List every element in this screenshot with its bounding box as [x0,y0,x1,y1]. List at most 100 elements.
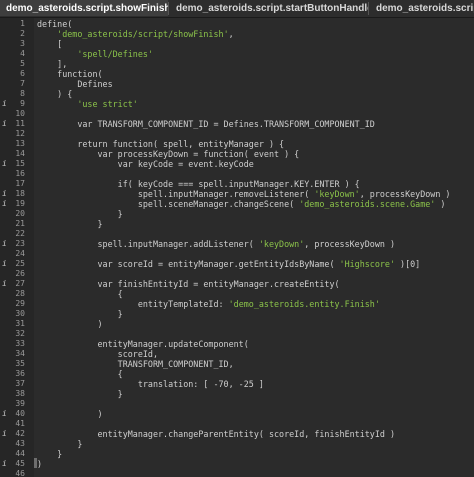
code-text[interactable]: } [37,209,123,219]
code-text[interactable]: entityManager.changeParentEntity( scoreI… [37,429,396,439]
code-line[interactable]: 12 [0,129,474,139]
code-line[interactable]: 5 ], [0,59,474,69]
tab-overflow[interactable]: demo_asteroids.script.s [370,0,474,16]
code-text[interactable]: } [37,389,123,399]
tab-label: demo_asteroids.script.startButtonHandler [176,2,368,14]
code-text[interactable]: spell.inputManager.addListener( 'keyDown… [37,239,396,249]
code-line[interactable]: 41 [0,419,474,429]
code-line[interactable]: 2 'demo_asteroids/script/showFinish', [0,29,474,39]
info-marker-icon: i [2,259,7,268]
code-text[interactable]: 'use strict' [37,99,138,109]
code-line[interactable]: i 42 entityManager.changeParentEntity( sc… [0,429,474,439]
code-line[interactable]: 28 { [0,289,474,299]
code-text[interactable]: [ [37,39,62,49]
code-text[interactable]: translation: [ -70, -25 ] [37,379,264,389]
code-text[interactable]: define( [37,19,72,29]
code-text[interactable]: function( [37,69,102,79]
code-line[interactable]: 32 [0,329,474,339]
code-line[interactable]: i 40 ) [0,409,474,419]
code-text[interactable]: { [37,289,123,299]
code-line[interactable]: 14 var processKeyDown = function( event … [0,149,474,159]
code-text[interactable]: } [37,309,123,319]
code-line[interactable]: i 25 var scoreId = entityManager.getEntit… [0,259,474,269]
code-line[interactable]: 35 TRANSFORM_COMPONENT_ID, [0,359,474,369]
code-line[interactable]: 21 } [0,219,474,229]
code-line[interactable]: 33 entityManager.updateComponent( [0,339,474,349]
code-line[interactable]: 46 [0,469,474,477]
code-text[interactable]: var TRANSFORM_COMPONENT_ID = Defines.TRA… [37,119,375,129]
code-line[interactable]: 17 if( keyCode === spell.inputManager.KE… [0,179,474,189]
code-line[interactable]: 20 } [0,209,474,219]
code-text[interactable]: ) [37,409,103,419]
code-line[interactable]: i 18 spell.inputManager.removeListener( '… [0,189,474,199]
code-text[interactable]: return function( spell, entityManager ) … [37,139,284,149]
line-number: 7 [20,79,25,88]
code-text[interactable]: var finishEntityId = entityManager.creat… [37,279,340,289]
code-text[interactable]: ) [37,319,103,329]
tab-show-finish[interactable]: demo_asteroids.script.showFinish ✕ [0,0,168,16]
code-text[interactable]: spell.inputManager.removeListener( 'keyD… [37,189,451,199]
code-line[interactable]: 24 [0,249,474,259]
code-line[interactable]: i 23 spell.inputManager.addListener( 'key… [0,239,474,249]
code-line[interactable]: 43 } [0,439,474,449]
code-text[interactable]: var scoreId = entityManager.getEntityIds… [37,259,421,269]
code-text[interactable]: } [37,219,103,229]
code-line[interactable]: 36 { [0,369,474,379]
code-text[interactable]: entityManager.updateComponent( [37,339,249,349]
code-line[interactable]: 7 Defines [0,79,474,89]
code-line[interactable]: i 45) [0,459,474,469]
code-text[interactable]: var processKeyDown = function( event ) { [37,149,300,159]
line-number: 31 [15,319,25,328]
code-text[interactable]: 'spell/Defines' [37,49,153,59]
code-text[interactable]: ], [37,59,67,69]
info-marker-icon: i [2,279,7,288]
code-text[interactable]: } [37,449,62,459]
code-line[interactable]: i 27 var finishEntityId = entityManager.c… [0,279,474,289]
code-text[interactable]: ) { [37,89,72,99]
code-line[interactable]: 31 ) [0,319,474,329]
line-number: 8 [20,89,25,98]
code-line[interactable]: 29 entityTemplateId: 'demo_asteroids.ent… [0,299,474,309]
code-text[interactable]: ) [37,459,42,469]
line-number: 43 [15,439,25,448]
editor-area[interactable]: 1 define(2 'demo_asteroids/script/showFin… [0,18,474,477]
code-line[interactable]: 30 } [0,309,474,319]
code-line[interactable]: 38 } [0,389,474,399]
line-number: 10 [15,109,25,118]
line-number: 4 [20,49,25,58]
line-number: 5 [20,59,25,68]
code-line[interactable]: 34 scoreId, [0,349,474,359]
tab-start-button-handler[interactable]: demo_asteroids.script.startButtonHandler [170,0,368,16]
code-line[interactable]: 13 return function( spell, entityManager… [0,139,474,149]
code-line[interactable]: 8 ) { [0,89,474,99]
code-line[interactable]: 39 [0,399,474,409]
code-text[interactable]: } [37,439,82,449]
line-number: 35 [15,359,25,368]
code-text[interactable]: { [37,369,123,379]
line-number: 16 [15,169,25,178]
code-line[interactable]: i 9 'use strict' [0,99,474,109]
code-text[interactable]: if( keyCode === spell.inputManager.KEY.E… [37,179,360,189]
line-number: 12 [15,129,25,138]
code-text[interactable]: spell.sceneManager.changeScene( 'demo_as… [37,199,446,209]
code-line[interactable]: 16 [0,169,474,179]
code-line[interactable]: 3 [ [0,39,474,49]
code-line[interactable]: 37 translation: [ -70, -25 ] [0,379,474,389]
code-text[interactable]: TRANSFORM_COMPONENT_ID, [37,359,234,369]
code-line[interactable]: i 11 var TRANSFORM_COMPONENT_ID = Defines… [0,119,474,129]
code-line[interactable]: 22 [0,229,474,239]
code-line[interactable]: 6 function( [0,69,474,79]
code-line[interactable]: 26 [0,269,474,279]
code-line[interactable]: 10 [0,109,474,119]
code-text[interactable]: scoreId, [37,349,158,359]
code-text[interactable]: 'demo_asteroids/script/showFinish', [37,29,233,39]
line-number: 18 [15,189,25,198]
code-line[interactable]: 1 define( [0,19,474,29]
code-line[interactable]: 4 'spell/Defines' [0,49,474,59]
code-line[interactable]: i 15 var keyCode = event.keyCode [0,159,474,169]
code-text[interactable]: var keyCode = event.keyCode [37,159,254,169]
code-text[interactable]: Defines [37,79,112,89]
code-line[interactable]: 44 } [0,449,474,459]
code-text[interactable]: entityTemplateId: 'demo_asteroids.entity… [37,299,380,309]
code-line[interactable]: i 19 spell.sceneManager.changeScene( 'dem… [0,199,474,209]
